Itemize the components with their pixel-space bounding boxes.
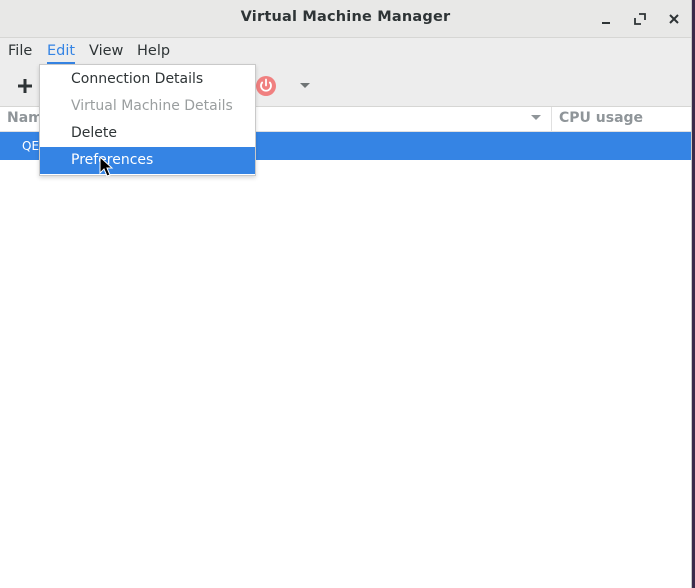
menu-item-delete[interactable]: Delete [40, 120, 255, 147]
minimize-icon [602, 22, 610, 24]
menu-edit[interactable]: Edit [39, 38, 83, 65]
title-bar[interactable]: Virtual Machine Manager [0, 0, 691, 38]
close-button[interactable] [663, 8, 685, 30]
window-title: Virtual Machine Manager [240, 9, 451, 25]
menu-bar: File Edit View Help [0, 38, 691, 65]
menu-view[interactable]: View [81, 38, 131, 65]
shutdown-button[interactable] [253, 73, 279, 99]
power-icon [256, 76, 276, 96]
chevron-down-icon [300, 83, 310, 88]
menu-item-connection-details[interactable]: Connection Details [40, 66, 255, 93]
app-window: Virtual Machine Manager File Edit View H… [0, 0, 692, 588]
close-icon [669, 14, 679, 24]
column-separator [551, 107, 552, 131]
column-header-cpu-usage[interactable]: CPU usage [559, 110, 643, 126]
new-vm-button[interactable] [10, 73, 40, 99]
maximize-button[interactable] [629, 8, 651, 30]
plus-icon [18, 79, 32, 93]
column-dropdown-icon[interactable] [530, 114, 542, 122]
mouse-cursor-icon [99, 156, 114, 177]
shutdown-options-button[interactable] [294, 73, 316, 99]
maximize-icon [634, 13, 646, 25]
menu-file[interactable]: File [0, 38, 40, 65]
edit-menu-dropdown: Connection Details Virtual Machine Detai… [39, 64, 256, 176]
menu-help[interactable]: Help [129, 38, 178, 65]
connection-name: QE [22, 139, 40, 153]
menu-item-virtual-machine-details[interactable]: Virtual Machine Details [40, 93, 255, 120]
menu-item-preferences[interactable]: Preferences [40, 147, 255, 174]
column-header-name[interactable]: Nam [7, 110, 43, 126]
minimize-button[interactable] [595, 8, 617, 30]
